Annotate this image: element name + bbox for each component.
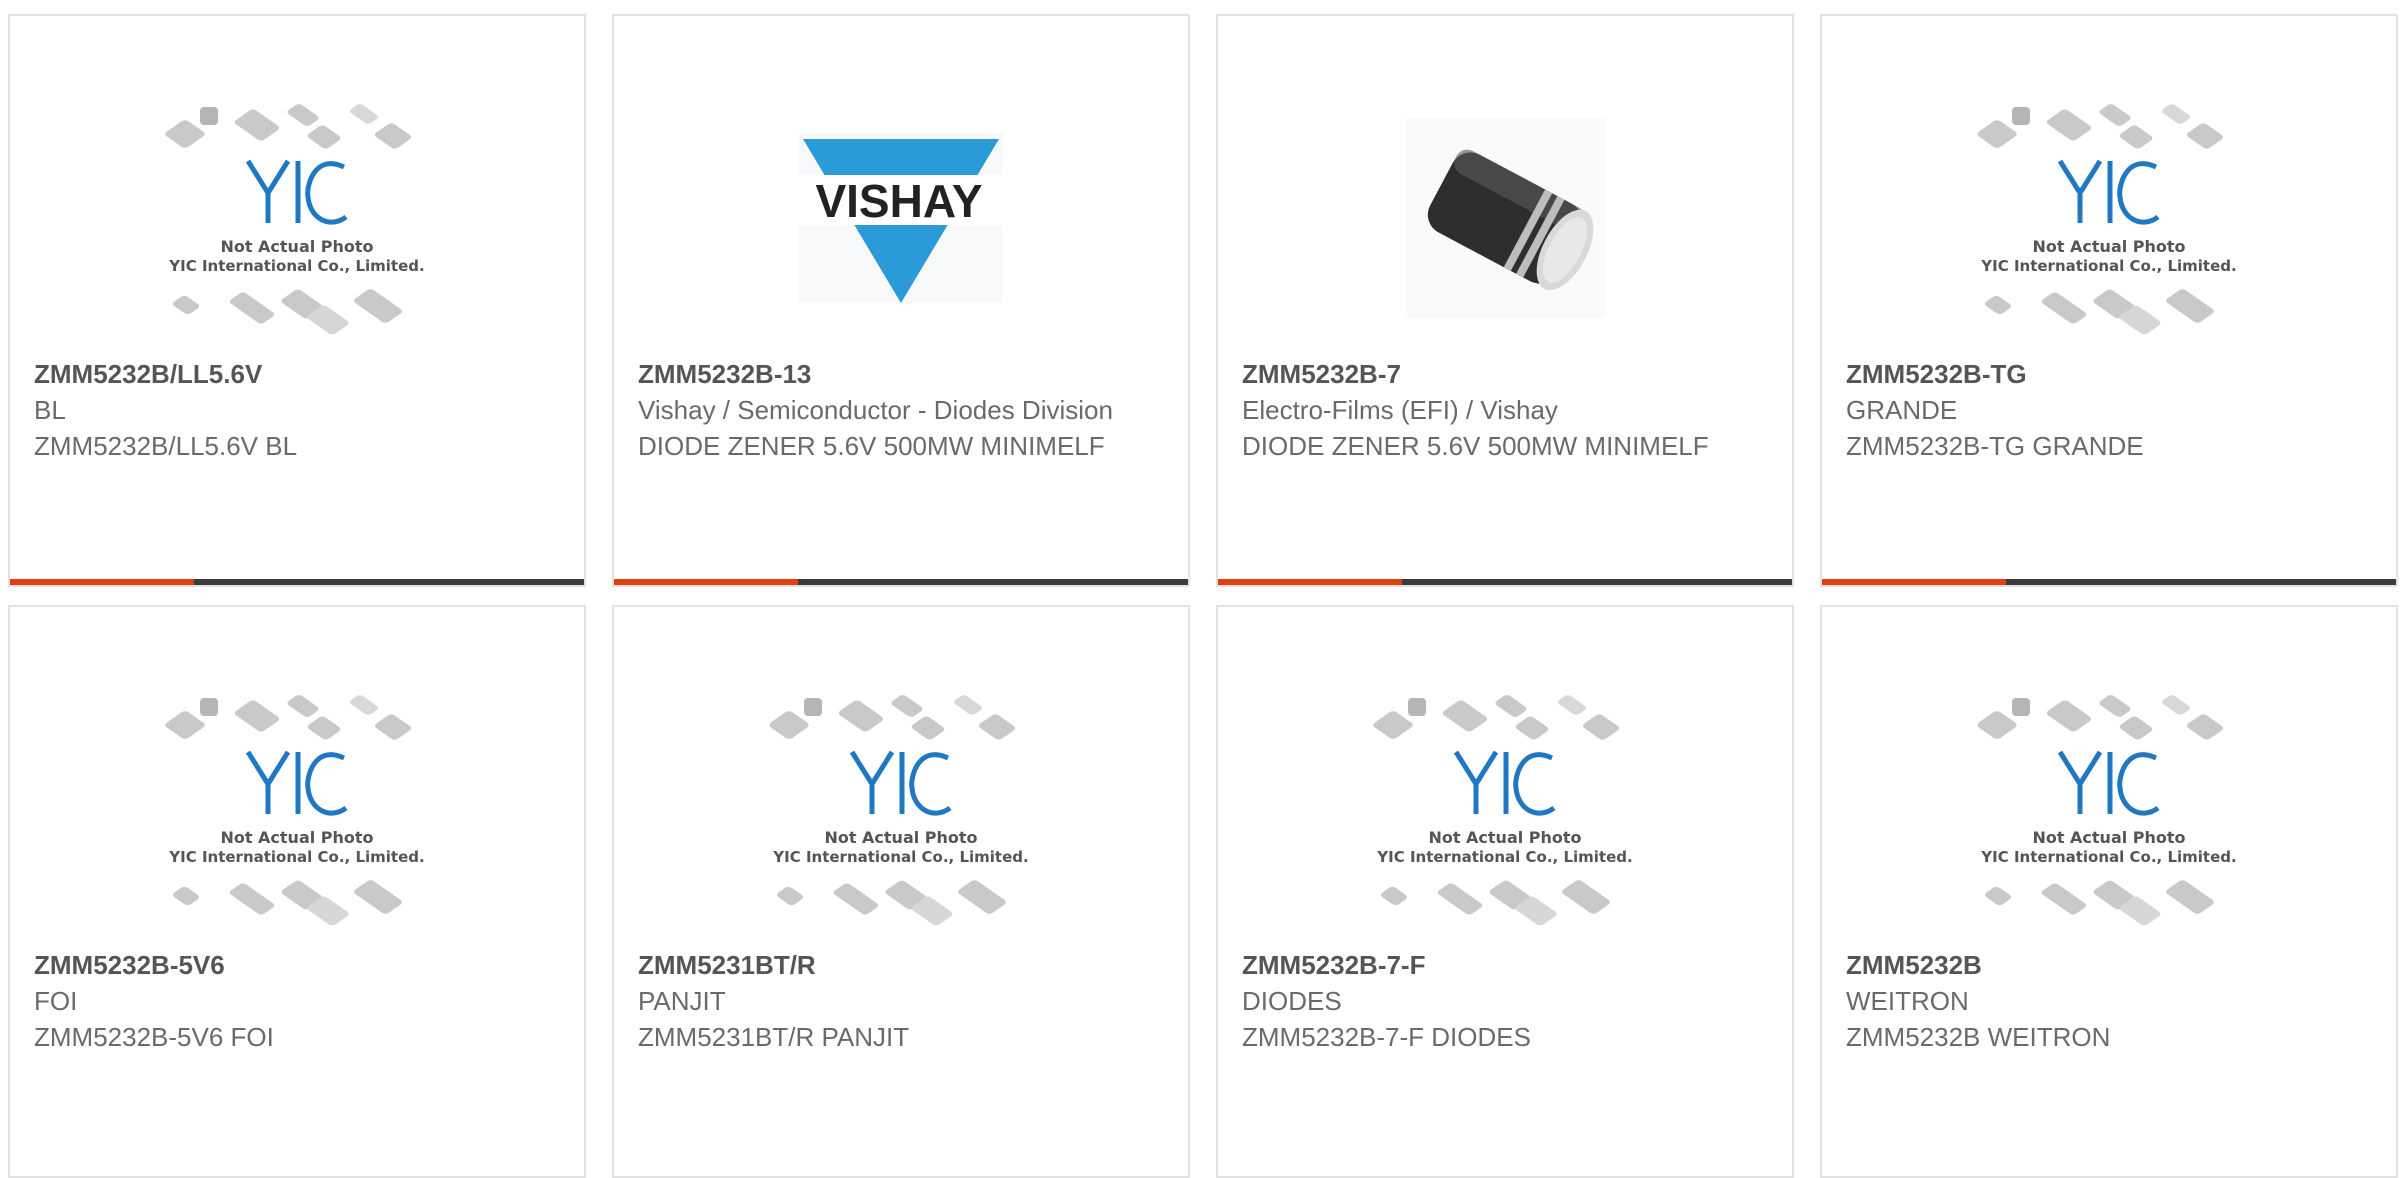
placeholder-line2: YIC International Co., Limited. <box>1981 848 2237 866</box>
manufacturer: FOI <box>34 986 78 1016</box>
yic-logo-icon <box>2057 159 2160 225</box>
manufacturer: Vishay / Semiconductor - Diodes Division <box>638 395 1113 425</box>
product-card[interactable]: VISHAY ZMM5232B-13 Vishay / Semiconducto… <box>612 14 1190 587</box>
product-image: Not Actual Photo YIC International Co., … <box>157 687 437 931</box>
manufacturer: Electro-Films (EFI) / Vishay <box>1242 395 1558 425</box>
product-image: Not Actual Photo YIC International Co., … <box>157 96 437 340</box>
placeholder-image: Not Actual Photo YIC International Co., … <box>162 690 432 928</box>
placeholder-line2: YIC International Co., Limited. <box>169 257 425 275</box>
description: ZMM5232B-7-F DIODES <box>1242 1022 1531 1052</box>
product-info: ZMM5232B/LL5.6V BL ZMM5232B/LL5.6V BL <box>34 356 560 464</box>
product-card[interactable]: Not Actual Photo YIC International Co., … <box>1820 14 2398 587</box>
placeholder-image: Not Actual Photo YIC International Co., … <box>1974 99 2244 337</box>
yic-logo-icon <box>245 750 348 816</box>
product-image: VISHAY <box>761 96 1041 340</box>
placeholder-line1: Not Actual Photo <box>2032 828 2186 847</box>
placeholder-image: Not Actual Photo YIC International Co., … <box>162 99 432 337</box>
yic-logo-icon <box>849 750 952 816</box>
product-card[interactable]: ZMM5232B-7 Electro-Films (EFI) / Vishay … <box>1216 14 1794 587</box>
card-bottom-bar <box>614 579 1188 585</box>
placeholder-image: Not Actual Photo YIC International Co., … <box>1974 690 2244 928</box>
placeholder-image: Not Actual Photo YIC International Co., … <box>766 690 1036 928</box>
product-card[interactable]: Not Actual Photo YIC International Co., … <box>612 605 1190 1178</box>
product-image: Not Actual Photo YIC International Co., … <box>761 687 1041 931</box>
svg-text:VISHAY: VISHAY <box>815 175 982 227</box>
product-card[interactable]: Not Actual Photo YIC International Co., … <box>1820 605 2398 1178</box>
part-number[interactable]: ZMM5232B <box>1846 947 2372 983</box>
product-card[interactable]: Not Actual Photo YIC International Co., … <box>8 605 586 1178</box>
part-number[interactable]: ZMM5231BT/R <box>638 947 1164 983</box>
part-number[interactable]: ZMM5232B/LL5.6V <box>34 356 560 392</box>
product-card[interactable]: Not Actual Photo YIC International Co., … <box>1216 605 1794 1178</box>
product-info: ZMM5232B-TG GRANDE ZMM5232B-TG GRANDE <box>1846 356 2372 464</box>
manufacturer: PANJIT <box>638 986 726 1016</box>
placeholder-image: Not Actual Photo YIC International Co., … <box>1370 690 1640 928</box>
manufacturer: DIODES <box>1242 986 1342 1016</box>
product-info: ZMM5232B-7 Electro-Films (EFI) / Vishay … <box>1242 356 1768 464</box>
minimelf-diode-icon <box>1405 118 1605 318</box>
card-bottom-bar <box>1822 579 2396 585</box>
product-info: ZMM5232B-7-F DIODES ZMM5232B-7-F DIODES <box>1242 947 1768 1055</box>
placeholder-line1: Not Actual Photo <box>1428 828 1582 847</box>
manufacturer: WEITRON <box>1846 986 1969 1016</box>
description: ZMM5231BT/R PANJIT <box>638 1022 910 1052</box>
part-number[interactable]: ZMM5232B-7-F <box>1242 947 1768 983</box>
placeholder-line2: YIC International Co., Limited. <box>773 848 1029 866</box>
description: DIODE ZENER 5.6V 500MW MINIMELF <box>638 431 1105 461</box>
yic-logo-icon <box>245 159 348 225</box>
product-image <box>1365 96 1645 340</box>
placeholder-line1: Not Actual Photo <box>220 828 374 847</box>
yic-logo-icon <box>2057 750 2160 816</box>
placeholder-line2: YIC International Co., Limited. <box>1377 848 1633 866</box>
description: DIODE ZENER 5.6V 500MW MINIMELF <box>1242 431 1709 461</box>
vishay-logo-icon: VISHAY <box>799 133 1003 303</box>
product-info: ZMM5232B-5V6 FOI ZMM5232B-5V6 FOI <box>34 947 560 1055</box>
placeholder-line1: Not Actual Photo <box>2032 237 2186 256</box>
part-number[interactable]: ZMM5232B-13 <box>638 356 1164 392</box>
card-bottom-bar <box>1218 579 1792 585</box>
description: ZMM5232B WEITRON <box>1846 1022 2111 1052</box>
product-image: Not Actual Photo YIC International Co., … <box>1969 96 2249 340</box>
placeholder-line2: YIC International Co., Limited. <box>1981 257 2237 275</box>
part-number[interactable]: ZMM5232B-7 <box>1242 356 1768 392</box>
manufacturer: GRANDE <box>1846 395 1958 425</box>
manufacturer: BL <box>34 395 66 425</box>
product-info: ZMM5231BT/R PANJIT ZMM5231BT/R PANJIT <box>638 947 1164 1055</box>
placeholder-line1: Not Actual Photo <box>824 828 978 847</box>
placeholder-line1: Not Actual Photo <box>220 237 374 256</box>
part-number[interactable]: ZMM5232B-5V6 <box>34 947 560 983</box>
product-card[interactable]: Not Actual Photo YIC International Co., … <box>8 14 586 587</box>
description: ZMM5232B/LL5.6V BL <box>34 431 298 461</box>
placeholder-line2: YIC International Co., Limited. <box>169 848 425 866</box>
product-grid: Not Actual Photo YIC International Co., … <box>8 14 2398 1178</box>
description: ZMM5232B-5V6 FOI <box>34 1022 274 1052</box>
product-info: ZMM5232B WEITRON ZMM5232B WEITRON <box>1846 947 2372 1055</box>
card-bottom-bar <box>10 579 584 585</box>
description: ZMM5232B-TG GRANDE <box>1846 431 2144 461</box>
yic-logo-icon <box>1453 750 1556 816</box>
product-image: Not Actual Photo YIC International Co., … <box>1365 687 1645 931</box>
product-info: ZMM5232B-13 Vishay / Semiconductor - Dio… <box>638 356 1164 464</box>
part-number[interactable]: ZMM5232B-TG <box>1846 356 2372 392</box>
product-image: Not Actual Photo YIC International Co., … <box>1969 687 2249 931</box>
